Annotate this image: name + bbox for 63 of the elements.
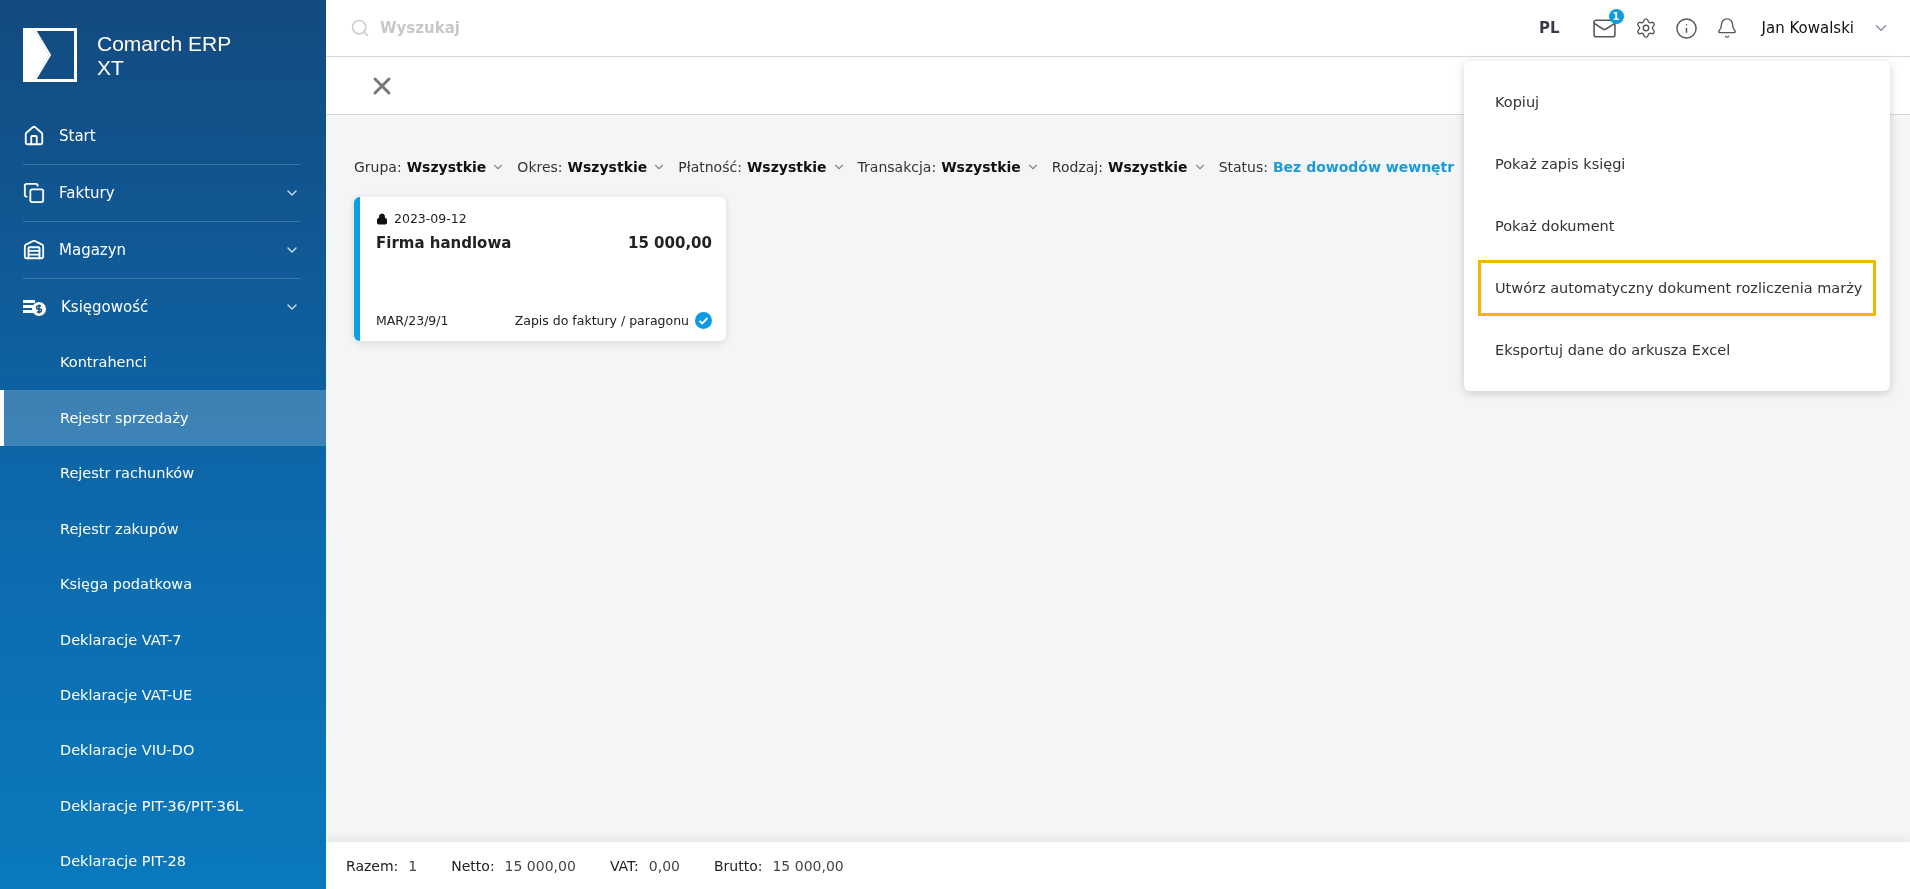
card-amount: 15 000,00 [628,234,712,252]
menu-item[interactable]: Eksportuj dane do arkusza Excel [1478,322,1876,378]
filter-dropdown[interactable]: Transakcja: Wszystkie [857,159,1040,175]
sidebar-subitem[interactable]: Deklaracje PIT-36/PIT-36L [0,778,326,834]
language-button[interactable]: PL [1538,19,1560,37]
logo-icon [23,28,77,82]
sidebar-subitem[interactable]: Deklaracje VAT-UE [0,667,326,723]
sidebar-subitem[interactable]: Deklaracje PIT-28 [0,833,326,889]
app-name: Comarch ERP XT [97,32,232,80]
filter-label: Transakcja: [857,159,937,175]
menu-item[interactable]: Pokaż zapis księgi [1478,136,1876,192]
filter-dropdown[interactable]: Rodzaj: Wszystkie [1051,159,1207,175]
warehouse-icon [23,238,45,261]
filter-value: Wszystkie [406,159,487,175]
documents-icon [23,181,45,204]
sidebar-subitem[interactable]: Rejestr sprzedaży [0,390,326,446]
card-status: Zapis do faktury / paragonu [514,313,689,328]
summary-label: Netto: [451,857,495,874]
summary-label: VAT: [609,857,639,874]
filter-label: Status: [1218,159,1268,175]
sidebar-subitem[interactable]: Kontrahenci [0,334,326,391]
sidebar-item[interactable]: Start [23,107,300,165]
settings-icon[interactable] [1634,17,1657,39]
menu-item[interactable]: Utwórz automatyczny dokument rozliczenia marży [1478,260,1876,316]
bell-icon[interactable] [1715,17,1738,39]
mail-badge: 1 [1608,8,1624,24]
filter-label: Grupa: [354,159,402,175]
filter-value: Wszystkie [567,159,648,175]
user-name[interactable]: Jan Kowalski [1761,19,1854,37]
sidebar-subitem[interactable]: Rejestr zakupów [0,501,326,557]
filter-value: Wszystkie [746,159,827,175]
filter-dropdown[interactable]: Okres: Wszystkie [517,159,667,175]
sidebar-item[interactable]: Faktury [23,164,300,222]
filter-label: Płatność: [678,159,742,175]
home-icon [23,124,45,147]
sidebar-subitem[interactable]: Księga podatkowa [0,556,326,612]
search-icon [350,18,370,38]
filter-dropdown[interactable]: Płatność: Wszystkie [678,159,846,175]
summary-label: Razem: [346,857,399,874]
summary-value: 15 000,00 [772,857,844,874]
filter-value: Wszystkie [941,159,1021,175]
card-date: 2023-09-12 [376,211,467,226]
sidebar-item[interactable]: Księgowość [23,278,300,335]
menu-item[interactable]: Pokaż dokument [1478,198,1876,254]
sidebar-item[interactable]: Magazyn [23,221,300,279]
summary-value: 1 [408,857,418,874]
filter-dropdown[interactable]: Grupa: Wszystkie [354,159,506,175]
summary-value: 15 000,00 [504,857,576,874]
filter-dropdown[interactable]: Status: Bez dowodów wewnętr [1218,159,1455,175]
sidebar-subitem[interactable]: Deklaracje VAT-7 [0,611,326,668]
card-number: MAR/23/9/1 [376,313,449,328]
sidebar-subitem[interactable]: Deklaracje VIU-DO [0,722,326,779]
filter-value: Bez dowodów wewnętr [1272,159,1455,175]
filter-label: Okres: [517,159,563,175]
info-icon[interactable] [1674,16,1698,40]
card-title: Firma handlowa [376,234,512,252]
summary-value: 0,00 [648,857,680,874]
summary-label: Brutto: [713,857,763,874]
sidebar-subitem[interactable]: Rejestr rachunków [0,445,326,501]
menu-item[interactable]: Kopiuj [1478,74,1876,130]
filter-label: Rodzaj: [1051,159,1103,175]
document-card[interactable]: 2023-09-12 Firma handlowa 15 000,00 MAR/23/9/1 Zapis do faktury / paragonu [354,197,726,341]
filter-value: Wszystkie [1107,159,1188,175]
